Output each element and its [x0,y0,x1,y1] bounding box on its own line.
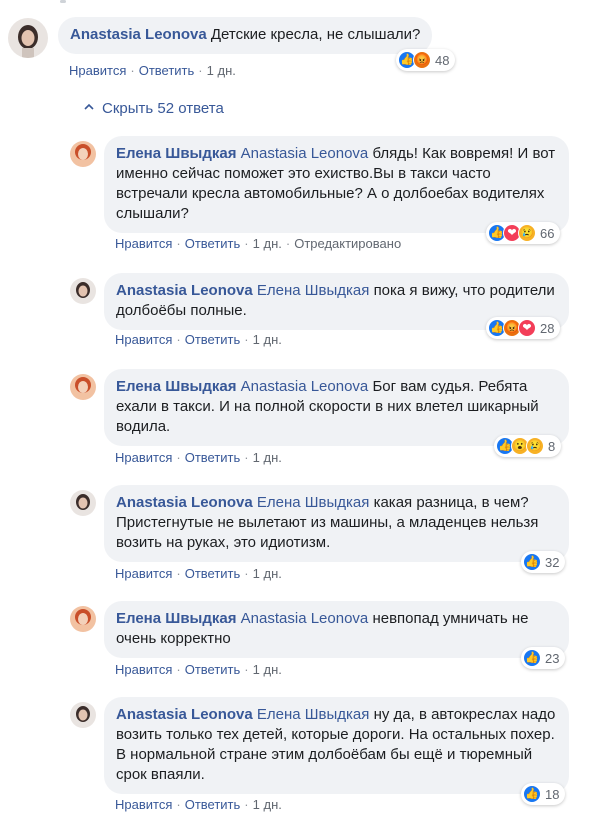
sad-icon: 😢 [526,437,544,455]
comment-author[interactable]: Anastasia Leonova [116,282,253,299]
comment-bubble: Елена Швыдкая Anastasia Leonova Бог вам … [104,369,569,446]
avatar[interactable] [70,374,96,400]
mention-link[interactable]: Елена Швыдкая [257,494,370,511]
comment-actions: Нравится · Ответить · 1 дн. [115,450,282,465]
mention-link[interactable]: Елена Швыдкая [257,282,370,299]
comment-author[interactable]: Anastasia Leonova [116,706,253,723]
mention-link[interactable]: Елена Швыдкая [257,706,370,723]
reaction-count: 23 [545,650,560,666]
sad-icon: 😢 [518,224,536,242]
like-button[interactable]: Нравится [115,332,172,347]
comment-author[interactable]: Anastasia Leonova [70,26,207,43]
timestamp[interactable]: 1 дн. [253,566,282,581]
timestamp[interactable]: 1 дн. [253,797,282,812]
reaction-count: 8 [548,438,556,454]
reaction-summary[interactable]: 👍 ❤ 😢 66 [486,222,561,244]
hide-replies-label: Скрыть 52 ответа [102,100,224,117]
comment-actions: Нравится · Ответить · 1 дн. · Отредактировано [115,236,402,251]
like-icon: 👍 [523,785,541,803]
edited-label[interactable]: Отредактировано [294,236,401,251]
like-icon: 👍 [523,553,541,571]
avatar[interactable] [70,278,96,304]
chevron-up-icon [84,103,94,110]
comment-bubble: Елена Швыдкая Anastasia Leonova блядь! К… [104,136,569,233]
reaction-count: 48 [435,52,450,68]
love-icon: ❤ [518,319,536,337]
reaction-summary[interactable]: 👍 32 [521,551,566,573]
avatar[interactable] [70,490,96,516]
like-button[interactable]: Нравится [115,236,172,251]
reply-button[interactable]: Ответить [185,332,241,347]
like-button[interactable]: Нравится [115,566,172,581]
timestamp[interactable]: 1 дн. [253,450,282,465]
comment-actions: Нравится · Ответить · 1 дн. [115,566,282,581]
previous-comment-edge [60,0,480,6]
timestamp[interactable]: 1 дн. [253,332,282,347]
reply-button[interactable]: Ответить [139,63,195,78]
mention-link[interactable]: Anastasia Leonova [241,378,369,395]
comment-author[interactable]: Елена Швыдкая [116,378,236,395]
reaction-summary[interactable]: 👍 😮 😢 8 [494,435,562,457]
avatar[interactable] [70,702,96,728]
reaction-count: 18 [545,786,560,802]
mention-link[interactable]: Anastasia Leonova [241,145,369,162]
comment-bubble: Anastasia Leonova Елена Швыдкая какая ра… [104,485,569,562]
comment-bubble: Anastasia Leonova Елена Швыдкая ну да, в… [104,697,569,794]
timestamp[interactable]: 1 дн. [253,236,282,251]
like-icon: 👍 [523,649,541,667]
comment-bubble: Елена Швыдкая Anastasia Leonova невпопад… [104,601,569,658]
reaction-summary[interactable]: 👍 😡 48 [396,49,456,71]
comment-author[interactable]: Елена Швыдкая [116,610,236,627]
comment-text: Детские кресла, не слышали? [210,26,421,43]
reply-button[interactable]: Ответить [185,566,241,581]
avatar[interactable] [70,141,96,167]
reply-button[interactable]: Ответить [185,236,241,251]
comment-actions: Нравится · Ответить · 1 дн. [115,797,282,812]
timestamp[interactable]: 1 дн. [253,662,282,677]
reaction-count: 28 [540,320,555,336]
mention-link[interactable]: Anastasia Leonova [241,610,369,627]
comment-actions: Нравится · Ответить · 1 дн. [69,63,236,78]
avatar[interactable] [70,606,96,632]
like-button[interactable]: Нравится [115,450,172,465]
comment-bubble: Anastasia Leonova Детские кресла, не слы… [58,17,433,54]
hide-replies-button[interactable]: Скрыть 52 ответа [84,99,224,119]
reply-button[interactable]: Ответить [185,662,241,677]
reaction-summary[interactable]: 👍 23 [521,647,566,669]
comment-author[interactable]: Anastasia Leonova [116,494,253,511]
angry-icon: 😡 [413,51,431,69]
comment-author[interactable]: Елена Швыдкая [116,145,236,162]
reply-button[interactable]: Ответить [185,450,241,465]
comment-actions: Нравится · Ответить · 1 дн. [115,662,282,677]
comment-actions: Нравится · Ответить · 1 дн. [115,332,282,347]
like-button[interactable]: Нравится [69,63,126,78]
reaction-summary[interactable]: 👍 18 [521,783,566,805]
like-button[interactable]: Нравится [115,797,172,812]
reaction-count: 32 [545,554,560,570]
like-button[interactable]: Нравится [115,662,172,677]
avatar[interactable] [8,18,48,58]
reply-button[interactable]: Ответить [185,797,241,812]
timestamp[interactable]: 1 дн. [207,63,236,78]
reaction-count: 66 [540,225,555,241]
reaction-summary[interactable]: 👍 😡 ❤ 28 [486,317,561,339]
